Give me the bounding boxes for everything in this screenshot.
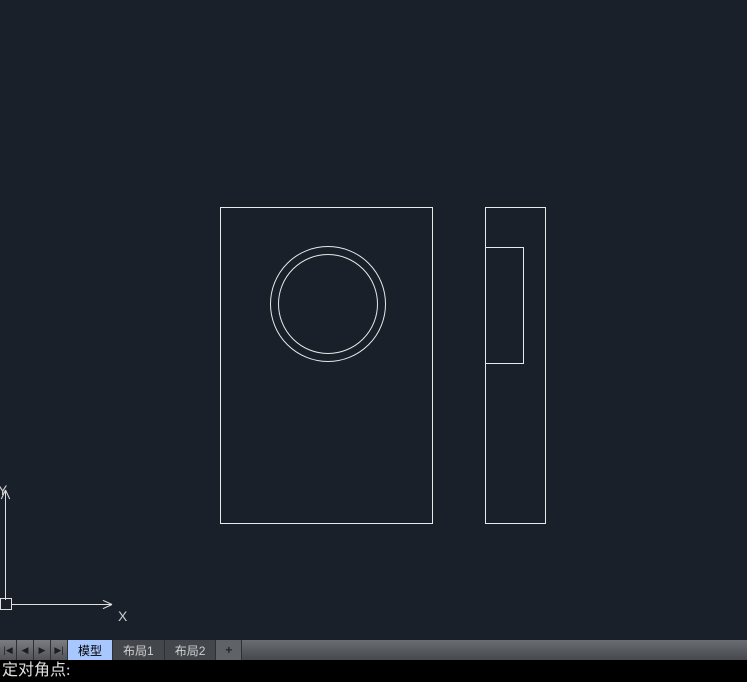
tab-nav-prev[interactable]: ◀ xyxy=(17,640,34,660)
command-line[interactable]: 定对角点: xyxy=(0,660,747,682)
tab-nav-next[interactable]: ▶ xyxy=(34,640,51,660)
tab-layout1[interactable]: 布局1 xyxy=(113,640,165,660)
layout-tab-bar: |◀ ◀ ▶ ▶| 模型 布局1 布局2 + xyxy=(0,640,747,660)
ucs-origin-box xyxy=(0,598,12,610)
tab-layout2[interactable]: 布局2 xyxy=(165,640,217,660)
tab-model[interactable]: 模型 xyxy=(68,640,113,660)
ucs-icon: Y X xyxy=(0,480,140,640)
ucs-y-axis xyxy=(5,490,6,600)
tab-nav-first[interactable]: |◀ xyxy=(0,640,17,660)
ucs-x-axis xyxy=(12,604,112,605)
side-step-rect xyxy=(485,247,524,364)
tab-nav-last[interactable]: ▶| xyxy=(51,640,68,660)
drawing-canvas[interactable]: Y X xyxy=(0,0,747,640)
inner-circle xyxy=(278,254,378,354)
tab-add-layout[interactable]: + xyxy=(216,640,242,660)
ucs-x-label: X xyxy=(118,608,127,624)
ucs-y-label: Y xyxy=(0,482,7,498)
